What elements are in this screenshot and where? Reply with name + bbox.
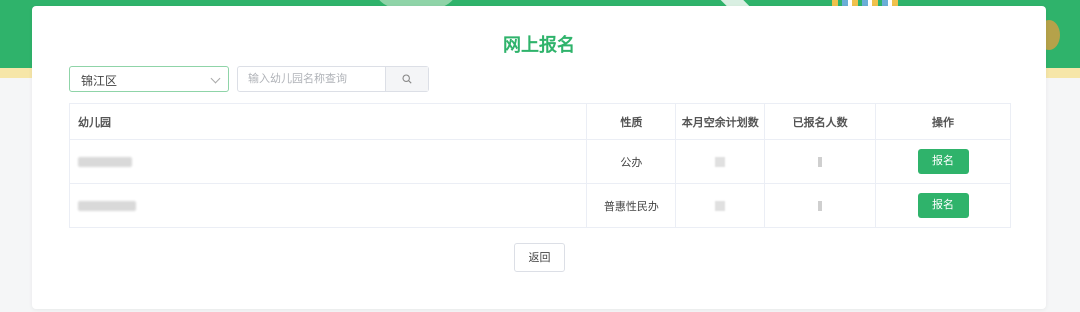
- table-header-row: 幼儿园 性质 本月空余计划数 已报名人数 操作: [68, 103, 1011, 140]
- kindergarten-table: 幼儿园 性质 本月空余计划数 已报名人数 操作 公办 报名 普惠性民办 报名: [68, 103, 1011, 228]
- chevron-down-icon: [210, 73, 221, 84]
- redacted-value: [715, 200, 726, 211]
- registered-cell: [764, 139, 877, 184]
- register-button[interactable]: 报名: [917, 149, 969, 174]
- search-icon: [402, 74, 412, 84]
- nature-cell: 普惠性民办: [586, 183, 677, 228]
- nature-cell: 公办: [586, 139, 677, 184]
- vacancies-cell: [675, 183, 766, 228]
- action-cell: 报名: [875, 139, 1011, 184]
- registered-cell: [764, 183, 877, 228]
- table-row: 公办 报名: [68, 139, 1011, 184]
- header-action: 操作: [875, 103, 1011, 140]
- search-button[interactable]: [385, 67, 428, 91]
- redacted-name: [78, 200, 136, 211]
- redacted-value: [818, 200, 823, 211]
- register-button[interactable]: 报名: [917, 193, 969, 218]
- redacted-value: [715, 156, 726, 167]
- action-cell: 报名: [875, 183, 1011, 228]
- redacted-value: [818, 156, 823, 167]
- kindergarten-search: [237, 66, 429, 92]
- kindergarten-name-cell: [68, 183, 588, 228]
- district-select-value: 锦江区: [81, 74, 118, 88]
- header-nature: 性质: [586, 103, 677, 140]
- redacted-name: [78, 156, 132, 167]
- table-row: 普惠性民办 报名: [68, 183, 1011, 228]
- registration-card: 网上报名 锦江区 幼儿园 性质 本月空余计划数 已报名人数 操作: [32, 6, 1046, 309]
- vacancies-cell: [675, 139, 766, 184]
- kindergarten-name-cell: [68, 139, 588, 184]
- header-registered: 已报名人数: [764, 103, 877, 140]
- header-kindergarten: 幼儿园: [68, 103, 588, 140]
- back-button[interactable]: 返回: [514, 243, 565, 272]
- header-vacancies: 本月空余计划数: [675, 103, 766, 140]
- kindergarten-search-input[interactable]: [238, 67, 386, 91]
- page-title: 网上报名: [503, 35, 575, 55]
- district-select[interactable]: 锦江区: [69, 66, 229, 92]
